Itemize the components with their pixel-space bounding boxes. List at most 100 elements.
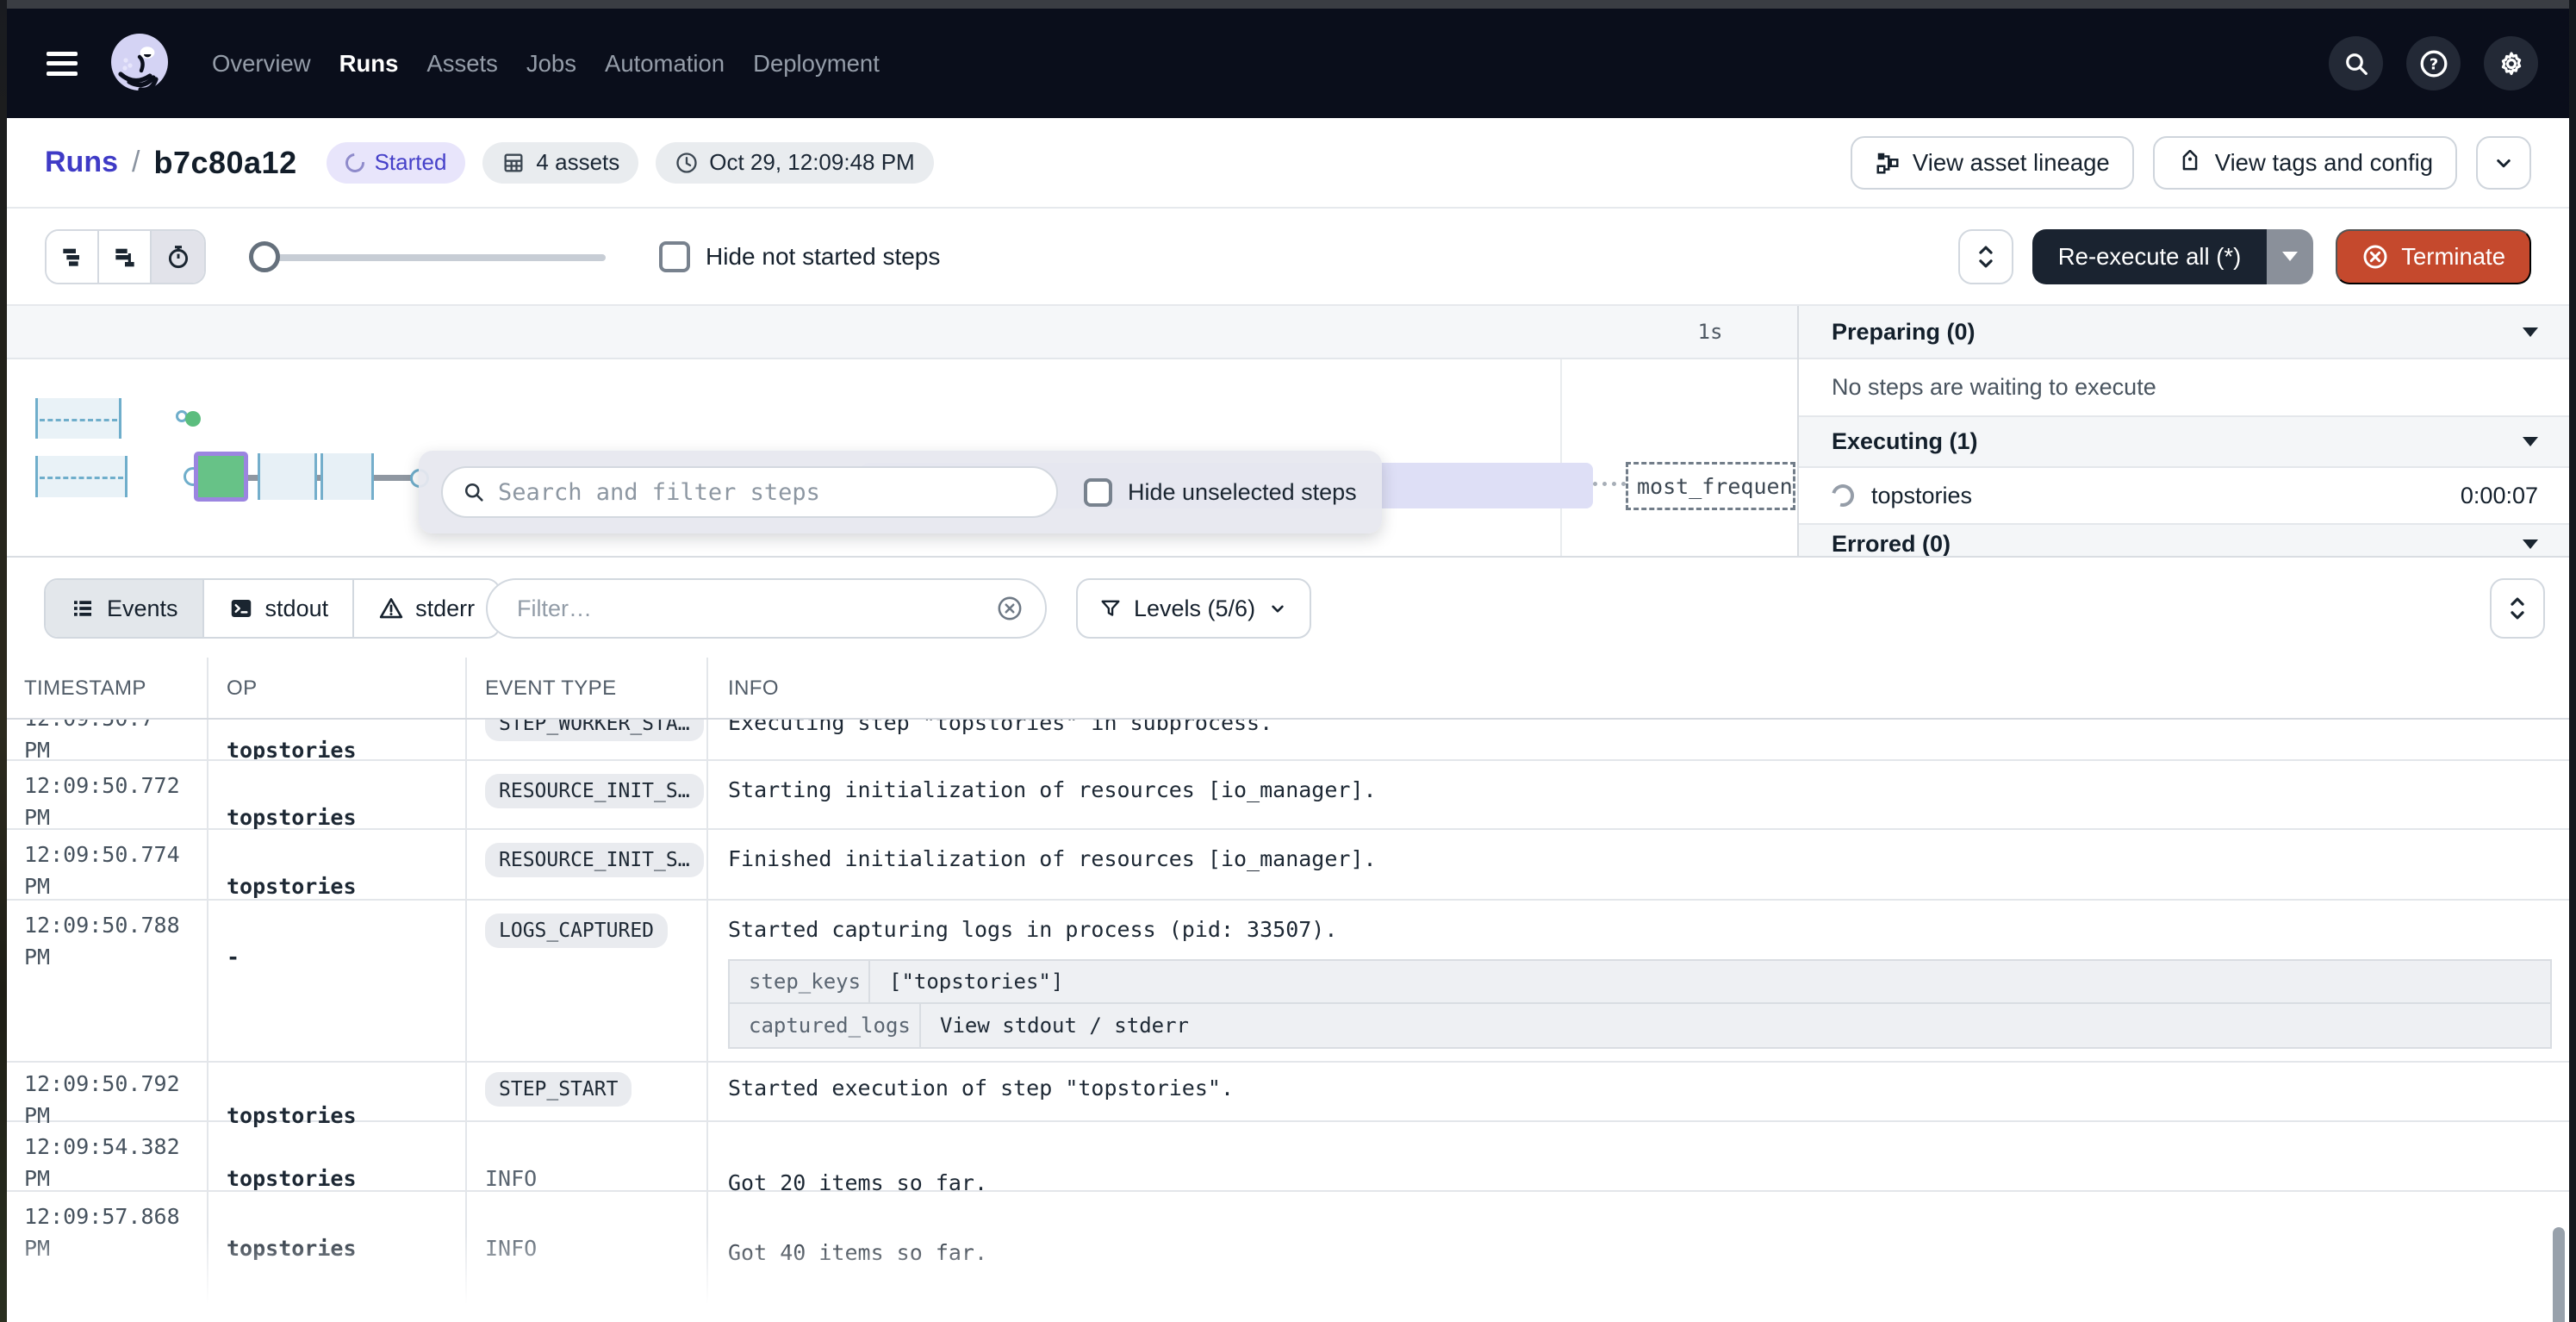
spinner-icon (341, 149, 368, 176)
table-row[interactable]: 12:09:57.868PM topstories INFO Got 40 it… (0, 1192, 2576, 1322)
nav-item-overview[interactable]: Overview (212, 9, 311, 118)
reexecute-all-button[interactable]: Re-execute all (*) (2032, 229, 2267, 284)
vertical-scrollbar[interactable] (2553, 1227, 2565, 1322)
view-tags-config-button[interactable]: View tags and config (2153, 136, 2457, 190)
gantt-time-axis: 1s (0, 306, 1797, 359)
search-button[interactable] (2329, 36, 2383, 90)
step-label: most_frequent (1628, 474, 1795, 499)
slider-track[interactable] (249, 254, 606, 261)
clear-filter-icon[interactable] (995, 594, 1024, 623)
log-filter-input[interactable] (517, 596, 985, 622)
levels-filter-button[interactable]: Levels (5/6) (1076, 578, 1311, 639)
metadata-value-link[interactable]: View stdout / stderr (921, 1013, 1189, 1038)
nav-item-deployment[interactable]: Deployment (753, 9, 880, 118)
window-left-edge (0, 0, 7, 1322)
waterfall-view-icon (111, 243, 139, 271)
step-elapsed-time: 0:00:07 (2461, 483, 2538, 509)
table-row[interactable]: 12:09:50.774PM topstories RESOURCE_INIT_… (0, 830, 2576, 901)
gantt-step-pending[interactable] (35, 398, 121, 439)
terminate-button[interactable]: Terminate (2336, 229, 2531, 284)
gear-icon (2496, 48, 2527, 79)
hide-unselected-label: Hide unselected steps (1128, 479, 1357, 506)
table-row[interactable]: 12:09:50.7PM topstories STEP_WORKER_STA…… (0, 720, 2576, 761)
window-right-edge (2569, 0, 2576, 1322)
breadcrumb-runs-link[interactable]: Runs (45, 146, 118, 179)
caret-down-icon (2282, 252, 2298, 261)
metadata-value: ["topstories"] (870, 970, 1063, 994)
nav-item-automation[interactable]: Automation (605, 9, 725, 118)
tab-stderr[interactable]: stderr (354, 580, 499, 637)
metadata-row: step_keys ["topstories"] (730, 961, 2550, 1004)
nav-item-runs[interactable]: Runs (339, 9, 399, 118)
step-search-input[interactable] (498, 479, 1037, 506)
top-nav: Overview Runs Assets Jobs Automation Dep… (0, 9, 2576, 118)
run-status-badge[interactable]: Started (327, 142, 466, 184)
gantt-step-queued[interactable] (258, 453, 317, 500)
events-toolbar: Events stdout stderr Levels (5/6) (0, 556, 2576, 658)
up-down-chevrons-icon (2504, 594, 2530, 623)
clock-icon (675, 151, 699, 175)
tab-stdout[interactable]: stdout (204, 580, 355, 637)
hide-unselected-checkbox[interactable] (1084, 478, 1112, 507)
dagster-run-page: Overview Runs Assets Jobs Automation Dep… (0, 0, 2576, 1322)
preparing-empty-row: No steps are waiting to execute (1799, 359, 2569, 417)
running-dot-marker[interactable] (185, 411, 201, 427)
funnel-icon (1098, 596, 1123, 620)
event-metadata-table: step_keys ["topstories"] captured_logs V… (728, 959, 2552, 1049)
table-header-row: TIMESTAMP OP EVENT TYPE INFO (0, 658, 2576, 720)
breadcrumb-run-id: b7c80a12 (153, 145, 296, 181)
gantt-step-running-selected[interactable] (194, 452, 248, 502)
panel-resize-button[interactable] (1958, 229, 2013, 284)
event-type-badge: LOGS_CAPTURED (485, 914, 668, 948)
caret-down-icon (2523, 437, 2538, 446)
event-level-label: INFO (485, 1232, 696, 1264)
gantt-step-most-frequent[interactable]: most_frequent (1626, 462, 1795, 510)
table-row[interactable]: 12:09:54.382PM topstories INFO Got 20 it… (0, 1122, 2576, 1192)
view-asset-lineage-button[interactable]: View asset lineage (1851, 136, 2134, 190)
nav-items: Overview Runs Assets Jobs Automation Dep… (212, 9, 880, 118)
nav-item-jobs[interactable]: Jobs (526, 9, 576, 118)
gantt-chart: 1s most_frequent Hide unselected st (0, 304, 2576, 556)
panel-section-executing[interactable]: Executing (1) (1799, 417, 2569, 468)
gantt-step-pending[interactable] (35, 456, 128, 497)
event-type-badge: STEP_WORKER_STA… (485, 720, 704, 741)
step-search-field[interactable] (441, 466, 1058, 518)
table-row[interactable]: 12:09:50.772PM topstories RESOURCE_INIT_… (0, 761, 2576, 830)
assets-count-badge[interactable]: 4 assets (482, 142, 638, 184)
reexecute-dropdown-button[interactable] (2267, 229, 2313, 284)
dagster-logo-icon[interactable] (107, 31, 172, 97)
log-view-tabs: Events stdout stderr (44, 578, 501, 639)
more-run-actions-button[interactable] (2476, 136, 2531, 190)
asset-grid-icon (501, 151, 526, 175)
executing-step-row[interactable]: topstories 0:00:07 (1799, 468, 2569, 525)
help-button[interactable]: ? (2406, 36, 2461, 90)
warning-triangle-icon (378, 596, 404, 621)
gantt-step-queued[interactable] (320, 453, 374, 500)
panel-section-errored[interactable]: Errored (0) (1799, 525, 2569, 558)
up-down-chevrons-icon (1973, 242, 1999, 271)
nav-item-assets[interactable]: Assets (426, 9, 498, 118)
hide-not-started-checkbox[interactable] (659, 241, 690, 272)
hide-not-started-label: Hide not started steps (706, 243, 940, 271)
gantt-zoom-slider[interactable] (249, 241, 606, 272)
flat-view-button[interactable] (47, 231, 99, 283)
svg-text:?: ? (2429, 55, 2437, 73)
help-icon: ? (2418, 48, 2449, 79)
panel-section-preparing[interactable]: Preparing (0) (1799, 306, 2569, 359)
timed-view-button[interactable] (152, 231, 204, 283)
waterfall-view-button[interactable] (99, 231, 152, 283)
event-level-label: INFO (485, 1163, 696, 1194)
lineage-icon (1875, 150, 1901, 176)
slider-knob[interactable] (249, 241, 280, 272)
table-row[interactable]: 12:09:50.788PM - LOGS_CAPTURED Started c… (0, 901, 2576, 1063)
dotted-dependency-link (1593, 482, 1626, 486)
log-panel-resize-button[interactable] (2490, 578, 2545, 639)
header-timestamp: TIMESTAMP (24, 658, 146, 720)
tab-events[interactable]: Events (46, 580, 204, 637)
caret-down-icon (2523, 327, 2538, 337)
hamburger-menu-icon[interactable] (47, 52, 78, 76)
log-filter-field[interactable] (486, 578, 1047, 639)
settings-button[interactable] (2484, 36, 2538, 90)
spinner-icon (1827, 480, 1858, 511)
table-row[interactable]: 12:09:50.792PM topstories STEP_START Sta… (0, 1063, 2576, 1122)
